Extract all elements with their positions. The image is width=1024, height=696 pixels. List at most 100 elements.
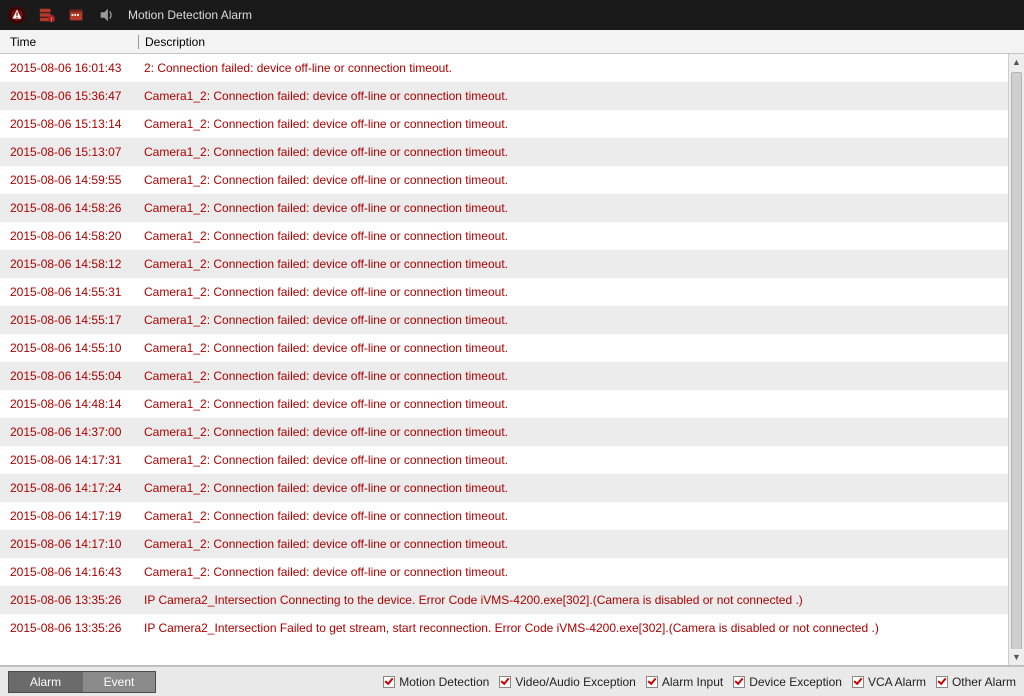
- row-description: Camera1_2: Connection failed: device off…: [138, 201, 1008, 215]
- col-header-time[interactable]: Time: [0, 35, 138, 49]
- row-time: 2015-08-06 15:36:47: [0, 89, 138, 103]
- col-separator[interactable]: [138, 35, 139, 49]
- scroll-up-button[interactable]: ▲: [1009, 54, 1024, 70]
- row-description: Camera1_2: Connection failed: device off…: [138, 285, 1008, 299]
- row-time: 2015-08-06 13:35:26: [0, 593, 138, 607]
- row-time: 2015-08-06 14:55:31: [0, 285, 138, 299]
- row-time: 2015-08-06 14:16:43: [0, 565, 138, 579]
- filter-checkbox[interactable]: VCA Alarm: [852, 675, 926, 689]
- checkbox-box: [733, 676, 745, 688]
- row-description: Camera1_2: Connection failed: device off…: [138, 89, 1008, 103]
- alert-icon[interactable]: [8, 6, 26, 24]
- row-description: Camera1_2: Connection failed: device off…: [138, 565, 1008, 579]
- table-row[interactable]: 2015-08-06 14:58:20Camera1_2: Connection…: [0, 222, 1008, 250]
- chevron-up-icon: ▲: [1012, 57, 1021, 67]
- row-description: Camera1_2: Connection failed: device off…: [138, 369, 1008, 383]
- scroll-down-button[interactable]: ▼: [1009, 649, 1024, 665]
- checkbox-box: [646, 676, 658, 688]
- table-row[interactable]: 2015-08-06 14:58:12Camera1_2: Connection…: [0, 250, 1008, 278]
- table-row[interactable]: 2015-08-06 15:13:07Camera1_2: Connection…: [0, 138, 1008, 166]
- table-row[interactable]: 2015-08-06 13:35:26IP Camera2_Intersecti…: [0, 614, 1008, 642]
- row-description: Camera1_2: Connection failed: device off…: [138, 313, 1008, 327]
- table-row[interactable]: 2015-08-06 15:13:14Camera1_2: Connection…: [0, 110, 1008, 138]
- check-icon: [647, 676, 656, 685]
- row-time: 2015-08-06 14:55:10: [0, 341, 138, 355]
- row-description: Camera1_2: Connection failed: device off…: [138, 341, 1008, 355]
- filter-label: Video/Audio Exception: [515, 675, 636, 689]
- row-time: 2015-08-06 14:55:04: [0, 369, 138, 383]
- table-row[interactable]: 2015-08-06 14:55:04Camera1_2: Connection…: [0, 362, 1008, 390]
- table-header: Time Description: [0, 30, 1024, 54]
- row-time: 2015-08-06 14:37:00: [0, 425, 138, 439]
- row-description: Camera1_2: Connection failed: device off…: [138, 537, 1008, 551]
- row-time: 2015-08-06 14:59:55: [0, 173, 138, 187]
- check-icon: [735, 676, 744, 685]
- row-time: 2015-08-06 14:58:12: [0, 257, 138, 271]
- row-time: 2015-08-06 15:13:07: [0, 145, 138, 159]
- table-row[interactable]: 2015-08-06 14:48:14Camera1_2: Connection…: [0, 390, 1008, 418]
- filter-checkbox[interactable]: Motion Detection: [383, 675, 489, 689]
- table-row[interactable]: 2015-08-06 16:01:432: Connection failed:…: [0, 54, 1008, 82]
- table-row[interactable]: 2015-08-06 15:36:47Camera1_2: Connection…: [0, 82, 1008, 110]
- row-time: 2015-08-06 14:58:26: [0, 201, 138, 215]
- table-row[interactable]: 2015-08-06 13:35:26IP Camera2_Intersecti…: [0, 586, 1008, 614]
- event-button[interactable]: Event: [82, 671, 156, 693]
- sound-icon[interactable]: [98, 6, 116, 24]
- server-alert-icon[interactable]: !: [38, 6, 56, 24]
- table-row[interactable]: 2015-08-06 14:17:10Camera1_2: Connection…: [0, 530, 1008, 558]
- check-icon: [937, 676, 946, 685]
- filter-checkbox-group: Motion Detection Video/Audio Exception Ala…: [383, 675, 1016, 689]
- chevron-down-icon: ▼: [1012, 652, 1021, 662]
- scroll-thumb[interactable]: [1011, 72, 1022, 652]
- table-row[interactable]: 2015-08-06 14:16:43Camera1_2: Connection…: [0, 558, 1008, 586]
- svg-text:!: !: [51, 17, 53, 23]
- row-description: Camera1_2: Connection failed: device off…: [138, 453, 1008, 467]
- filter-label: Motion Detection: [399, 675, 489, 689]
- row-time: 2015-08-06 14:17:10: [0, 537, 138, 551]
- table-row[interactable]: 2015-08-06 14:17:24Camera1_2: Connection…: [0, 474, 1008, 502]
- table-rows: 2015-08-06 16:01:432: Connection failed:…: [0, 54, 1008, 665]
- table-row[interactable]: 2015-08-06 14:17:19Camera1_2: Connection…: [0, 502, 1008, 530]
- check-icon: [501, 676, 510, 685]
- alarm-button[interactable]: Alarm: [8, 671, 82, 693]
- filter-checkbox[interactable]: Device Exception: [733, 675, 842, 689]
- topbar: ! Motion Detection Alarm: [0, 0, 1024, 30]
- bottombar: Alarm Event Motion Detection Video/Audio …: [0, 666, 1024, 696]
- row-time: 2015-08-06 14:58:20: [0, 229, 138, 243]
- filter-checkbox[interactable]: Other Alarm: [936, 675, 1016, 689]
- filter-checkbox[interactable]: Video/Audio Exception: [499, 675, 636, 689]
- col-header-description[interactable]: Description: [145, 35, 1024, 49]
- row-description: Camera1_2: Connection failed: device off…: [138, 509, 1008, 523]
- checkbox-box: [936, 676, 948, 688]
- filter-label: Other Alarm: [952, 675, 1016, 689]
- row-time: 2015-08-06 15:13:14: [0, 117, 138, 131]
- filter-label: VCA Alarm: [868, 675, 926, 689]
- row-time: 2015-08-06 14:17:31: [0, 453, 138, 467]
- calendar-icon[interactable]: [68, 6, 86, 24]
- row-time: 2015-08-06 14:17:24: [0, 481, 138, 495]
- table-row[interactable]: 2015-08-06 14:17:31Camera1_2: Connection…: [0, 446, 1008, 474]
- checkbox-box: [852, 676, 864, 688]
- check-icon: [385, 676, 394, 685]
- checkbox-box: [499, 676, 511, 688]
- row-time: 2015-08-06 14:17:19: [0, 509, 138, 523]
- scrollbar[interactable]: ▲ ▼: [1008, 54, 1024, 665]
- table-body-wrap: 2015-08-06 16:01:432: Connection failed:…: [0, 54, 1024, 666]
- row-time: 2015-08-06 16:01:43: [0, 61, 138, 75]
- row-description: 2: Connection failed: device off-line or…: [138, 61, 1008, 75]
- row-description: Camera1_2: Connection failed: device off…: [138, 481, 1008, 495]
- row-time: 2015-08-06 13:35:26: [0, 621, 138, 635]
- table-row[interactable]: 2015-08-06 14:55:10Camera1_2: Connection…: [0, 334, 1008, 362]
- row-description: Camera1_2: Connection failed: device off…: [138, 397, 1008, 411]
- row-description: Camera1_2: Connection failed: device off…: [138, 117, 1008, 131]
- table-row[interactable]: 2015-08-06 14:55:17Camera1_2: Connection…: [0, 306, 1008, 334]
- table-row[interactable]: 2015-08-06 14:59:55Camera1_2: Connection…: [0, 166, 1008, 194]
- table-row[interactable]: 2015-08-06 14:55:31Camera1_2: Connection…: [0, 278, 1008, 306]
- check-icon: [853, 676, 862, 685]
- table-row[interactable]: 2015-08-06 14:37:00Camera1_2: Connection…: [0, 418, 1008, 446]
- row-description: IP Camera2_Intersection Failed to get st…: [138, 621, 1008, 635]
- filter-checkbox[interactable]: Alarm Input: [646, 675, 723, 689]
- table-row[interactable]: 2015-08-06 14:58:26Camera1_2: Connection…: [0, 194, 1008, 222]
- checkbox-box: [383, 676, 395, 688]
- row-time: 2015-08-06 14:55:17: [0, 313, 138, 327]
